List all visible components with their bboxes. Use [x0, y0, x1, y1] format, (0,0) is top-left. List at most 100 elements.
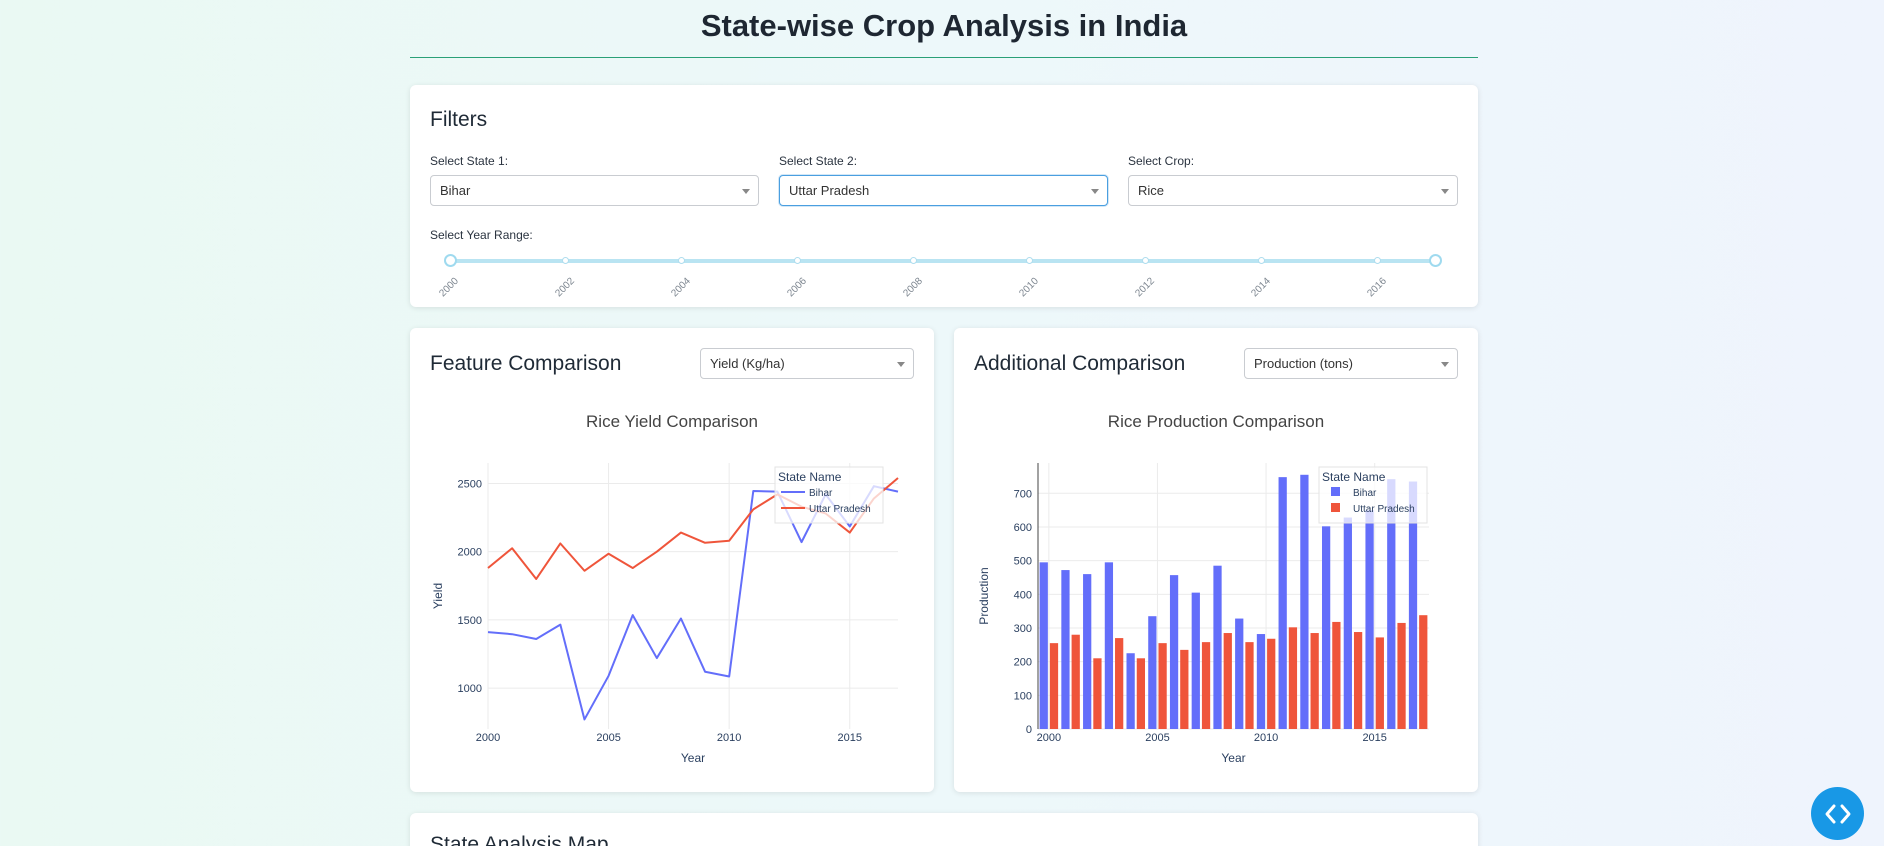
y-tick-label: 300: [1014, 623, 1032, 635]
bar-1: [1104, 562, 1114, 729]
bar-1: [1256, 634, 1266, 729]
y-tick-label: 100: [1014, 690, 1032, 702]
filters-heading: Filters: [430, 108, 488, 131]
y-tick-label: 700: [1014, 488, 1032, 500]
bar-2: [1267, 638, 1276, 729]
bar-2: [1419, 615, 1428, 729]
bar-2: [1288, 627, 1298, 729]
year-range-mark-dot[interactable]: [794, 257, 801, 264]
year-range-mark-dot[interactable]: [1374, 257, 1381, 264]
bar-1: [1061, 570, 1070, 729]
page-title: State-wise Crop Analysis in India: [700, 8, 1188, 43]
bar-2: [1136, 658, 1146, 729]
chevron-down-icon: [742, 188, 750, 194]
bar-2: [1245, 642, 1254, 729]
state1-label: Select State 1:: [430, 154, 509, 168]
bar-2: [1332, 621, 1341, 729]
state2-dropdown[interactable]: Uttar Pradesh: [779, 175, 1108, 206]
legend-label-2: Uttar Pradesh: [809, 504, 871, 515]
code-icon: [1825, 804, 1850, 823]
bar-1: [1321, 526, 1331, 729]
y-tick-label: 1000: [458, 683, 482, 695]
bar-2: [1223, 633, 1232, 729]
x-axis-label: Year: [681, 751, 705, 765]
bar-1: [1365, 510, 1374, 729]
legend-swatch-1: [1331, 487, 1340, 496]
y-tick-label: 600: [1014, 522, 1032, 534]
chart-title: Rice Yield Comparison: [586, 412, 758, 431]
bar-2: [1353, 632, 1363, 729]
state-map-card: State Analysis Map: [410, 813, 1478, 846]
y-tick-label: 500: [1014, 556, 1032, 568]
year-range-mark-dot[interactable]: [1026, 257, 1033, 264]
crop-dropdown[interactable]: Rice: [1128, 175, 1458, 206]
bar-1: [1278, 477, 1287, 729]
year-range-label: Select Year Range:: [430, 228, 533, 242]
y-tick-label: 1500: [458, 615, 482, 627]
code-toggle-button[interactable]: [1811, 787, 1864, 840]
bar-1: [1126, 653, 1135, 729]
bar-1: [1235, 618, 1244, 729]
y-tick-label: 200: [1014, 657, 1032, 669]
bar-2: [1201, 642, 1211, 729]
x-axis-label: Year: [1221, 751, 1245, 765]
bar-1: [1039, 562, 1048, 729]
legend-label-2: Uttar Pradesh: [1353, 504, 1415, 515]
legend-title: State Name: [778, 470, 842, 484]
y-tick-label: 400: [1014, 589, 1032, 601]
chevron-down-icon: [1091, 188, 1099, 194]
x-tick-label: 2000: [1037, 732, 1061, 744]
bar-1: [1213, 565, 1222, 729]
yield-line-chart[interactable]: Rice Yield Comparison 2000 2005 2010 2015 100…: [410, 328, 934, 792]
bar-2: [1093, 658, 1102, 729]
production-bar-chart[interactable]: Rice Production Comparison2000 2005 2010 20…: [954, 328, 1478, 792]
legend-title: State Name: [1322, 470, 1386, 484]
bar-1: [1343, 517, 1352, 729]
state2-value: Uttar Pradesh: [789, 183, 870, 198]
title-divider: [410, 57, 1478, 58]
bar-1: [1300, 474, 1309, 729]
year-range-mark-dot[interactable]: [678, 257, 685, 264]
state1-dropdown[interactable]: Bihar: [430, 175, 759, 206]
y-tick-label: 2000: [458, 547, 482, 559]
state-map-heading: State Analysis Map: [430, 833, 609, 846]
bar-2: [1158, 643, 1167, 729]
bar-2: [1375, 637, 1384, 729]
x-tick-label: 2010: [717, 732, 741, 744]
year-range-start-handle[interactable]: [444, 254, 457, 267]
bar-1: [1148, 616, 1157, 729]
y-axis-label: Production: [977, 567, 991, 624]
x-tick-label: 2005: [596, 732, 620, 744]
year-range-end-handle[interactable]: [1429, 254, 1442, 267]
feature-comparison-card: Feature Comparison Yield (Kg/ha) Rice Yi…: [410, 328, 934, 792]
additional-comparison-card: Additional Comparison Production (tons) …: [954, 328, 1478, 792]
filters-card: Filters Select State 1: Bihar Select Sta…: [410, 85, 1478, 307]
year-range-mark-dot[interactable]: [1142, 257, 1149, 264]
bar-2: [1049, 643, 1059, 729]
bar-1: [1083, 574, 1092, 729]
legend-label-1: Bihar: [1353, 488, 1377, 499]
bar-2: [1071, 634, 1080, 729]
year-range-mark-dot[interactable]: [562, 257, 569, 264]
legend-label-1: Bihar: [809, 488, 833, 499]
year-range-mark-dot[interactable]: [910, 257, 917, 264]
crop-value: Rice: [1138, 183, 1165, 198]
y-tick-label: 2500: [458, 478, 482, 490]
chevron-down-icon: [1441, 188, 1449, 194]
crop-label: Select Crop:: [1128, 154, 1195, 168]
bar-2: [1397, 622, 1406, 729]
year-range-mark-dot[interactable]: [1258, 257, 1265, 264]
y-tick-label: 0: [1026, 724, 1032, 736]
state1-value: Bihar: [440, 183, 471, 198]
x-tick-label: 2000: [476, 732, 500, 744]
year-range-track[interactable]: [450, 259, 1436, 263]
bar-1: [1169, 575, 1179, 729]
y-axis-label: Yield: [431, 583, 445, 609]
legend-swatch-2: [1331, 503, 1340, 512]
x-tick-label: 2010: [1254, 732, 1278, 744]
bar-2: [1180, 649, 1189, 729]
bar-2: [1115, 638, 1124, 729]
bar-2: [1310, 633, 1319, 729]
chart-title: Rice Production Comparison: [1108, 412, 1324, 431]
bar-1: [1191, 592, 1200, 729]
